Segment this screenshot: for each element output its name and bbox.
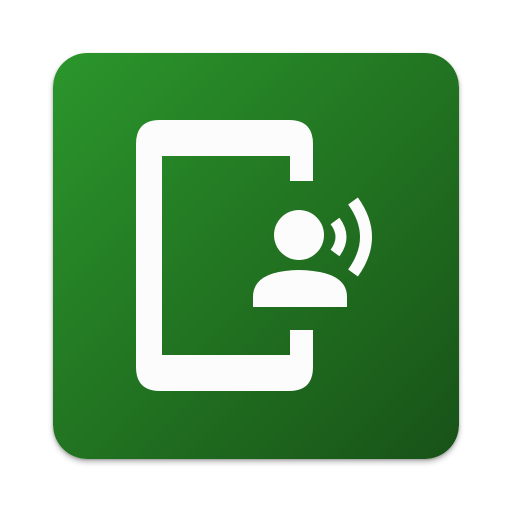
- icon-background: [53, 53, 459, 459]
- phone-with-speaking-person-icon: [53, 53, 459, 459]
- app-icon[interactable]: [53, 53, 459, 459]
- sound-wave-inner-icon: [330, 217, 347, 257]
- person-head-icon: [274, 210, 324, 260]
- icon-canvas: [0, 0, 512, 512]
